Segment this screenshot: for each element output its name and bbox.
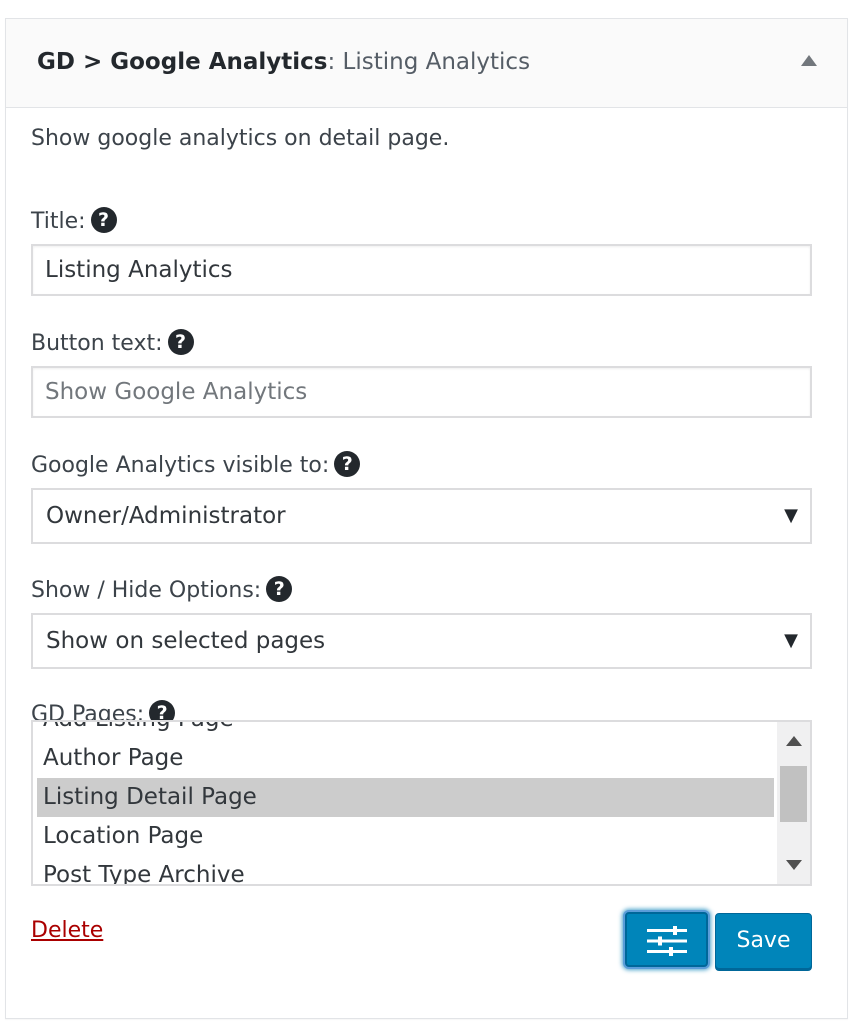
visible-to-label: Google Analytics visible to: bbox=[31, 453, 330, 478]
help-icon[interactable]: ? bbox=[167, 329, 194, 355]
title-label-row: Title:? bbox=[31, 207, 117, 234]
sliders-icon bbox=[647, 926, 687, 956]
title-label: Title: bbox=[31, 209, 86, 234]
widget-title-main: GD > Google Analytics bbox=[37, 49, 328, 75]
widget-description: Show google analytics on detail page. bbox=[31, 126, 450, 151]
title-input[interactable]: Listing Analytics bbox=[31, 244, 812, 296]
show-hide-select[interactable]: Show on selected pages ▼ bbox=[31, 613, 812, 669]
list-item-selected[interactable]: Listing Detail Page bbox=[37, 778, 774, 817]
help-icon[interactable]: ? bbox=[266, 576, 293, 602]
visible-to-value: Owner/Administrator bbox=[46, 503, 286, 529]
button-text-label: Button text: bbox=[31, 331, 163, 356]
widget-title: GD > Google Analytics: Listing Analytics bbox=[37, 49, 530, 75]
show-hide-label: Show / Hide Options: bbox=[31, 578, 262, 603]
save-button[interactable]: Save bbox=[715, 913, 812, 969]
visible-to-select[interactable]: Owner/Administrator ▼ bbox=[31, 488, 812, 544]
list-item[interactable]: Post Type Archive bbox=[37, 856, 774, 884]
show-hide-value: Show on selected pages bbox=[46, 628, 326, 654]
delete-link[interactable]: Delete bbox=[31, 918, 103, 943]
button-text-label-row: Button text:? bbox=[31, 329, 194, 356]
listbox-scrollbar[interactable] bbox=[777, 722, 810, 884]
list-item[interactable]: Author Page bbox=[37, 739, 774, 778]
scroll-up-arrow-icon[interactable] bbox=[786, 736, 802, 746]
dropdown-arrow-icon: ▼ bbox=[784, 505, 798, 526]
help-icon[interactable]: ? bbox=[334, 451, 361, 477]
collapse-toggle-icon[interactable] bbox=[801, 55, 817, 66]
show-hide-label-row: Show / Hide Options:? bbox=[31, 576, 293, 603]
scroll-down-arrow-icon[interactable] bbox=[786, 860, 802, 870]
gd-pages-listbox[interactable]: Add Listing Page Author Page Listing Det… bbox=[31, 720, 812, 886]
widget-title-separator: : bbox=[327, 49, 343, 75]
visible-to-label-row: Google Analytics visible to:? bbox=[31, 451, 361, 478]
settings-button[interactable] bbox=[625, 912, 708, 967]
scrollbar-thumb[interactable] bbox=[780, 766, 807, 822]
widget-title-sub: Listing Analytics bbox=[342, 49, 531, 75]
list-item[interactable]: Add Listing Page bbox=[37, 722, 774, 739]
button-text-input[interactable]: Show Google Analytics bbox=[31, 366, 812, 418]
dropdown-arrow-icon: ▼ bbox=[784, 630, 798, 651]
help-icon[interactable]: ? bbox=[90, 207, 117, 233]
widget-header[interactable]: GD > Google Analytics: Listing Analytics bbox=[6, 19, 847, 108]
list-item[interactable]: Location Page bbox=[37, 817, 774, 856]
